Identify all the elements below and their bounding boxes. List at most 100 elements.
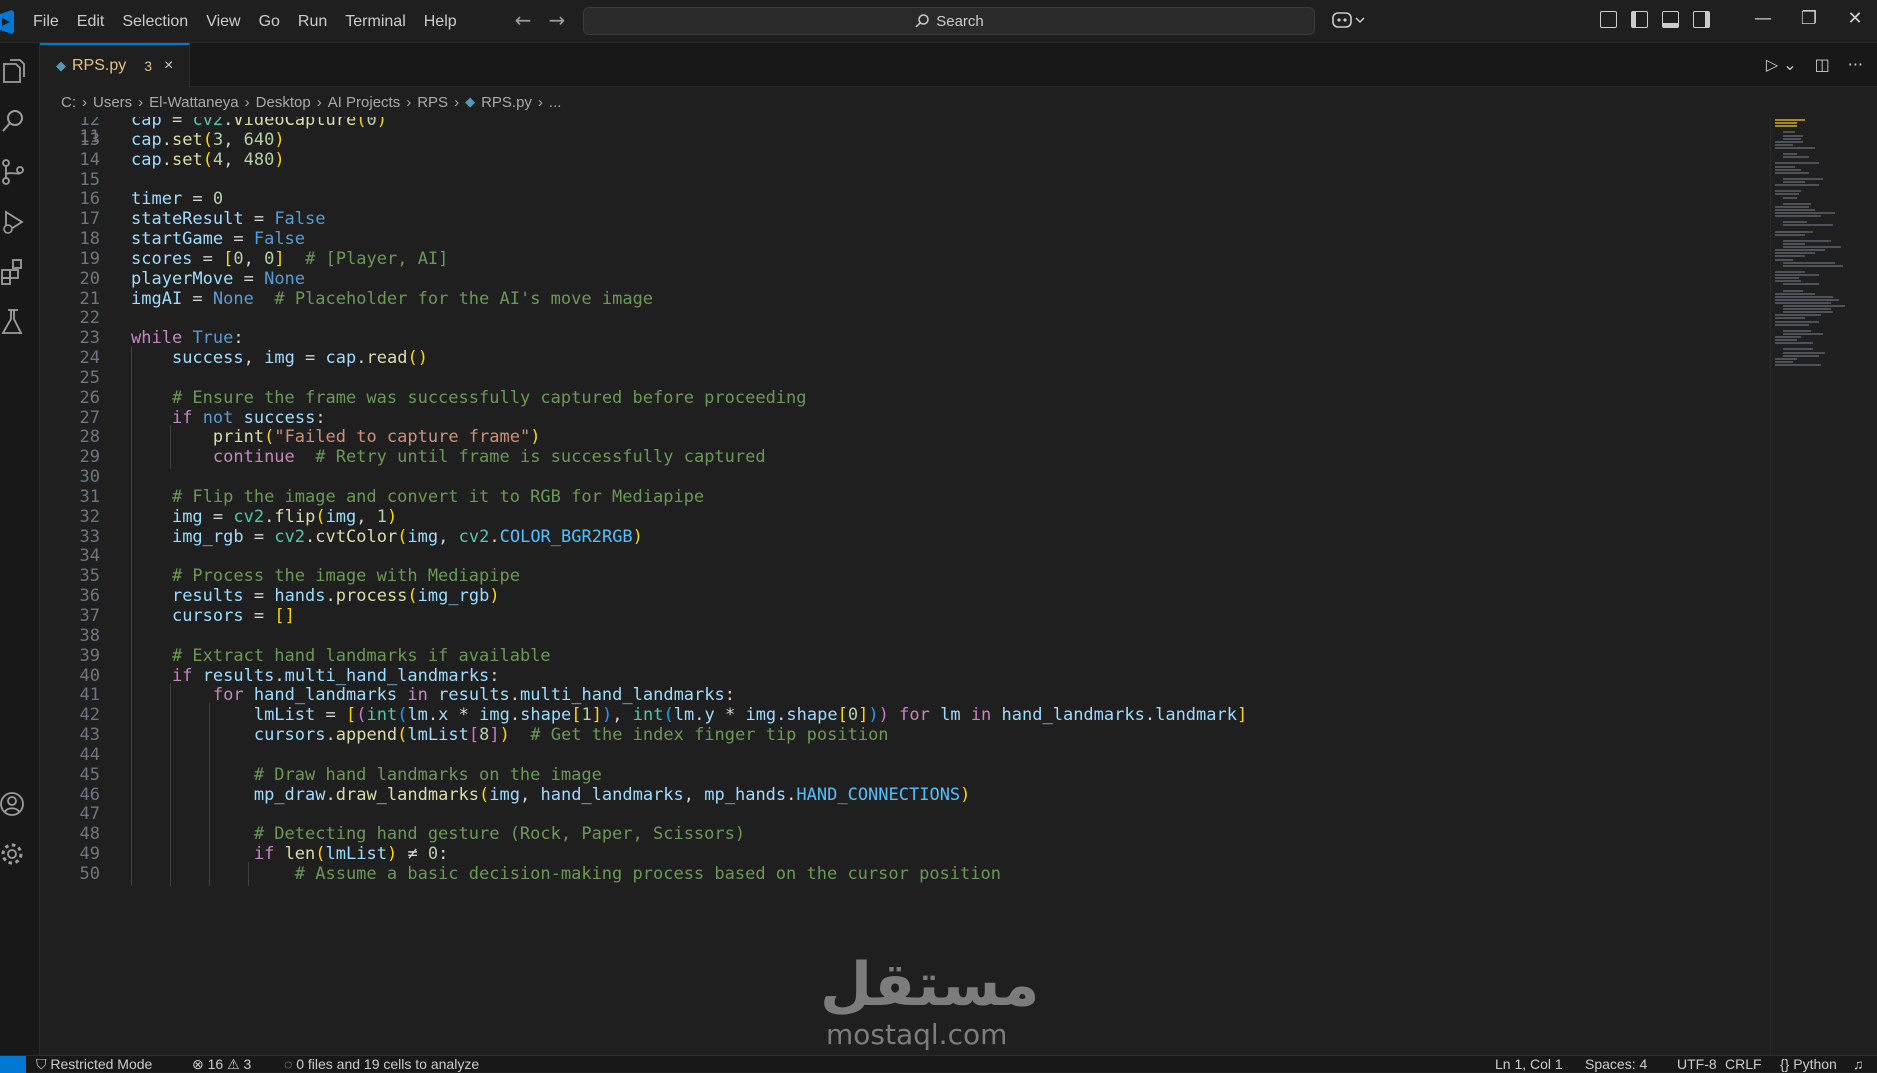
minimap-line xyxy=(1775,360,1793,363)
explorer-icon[interactable] xyxy=(0,57,30,87)
problems-indicator[interactable]: ⊗ 16 ⚠ 3 xyxy=(192,1056,251,1073)
shield-icon: ⛉ xyxy=(36,1056,51,1072)
warning-icon: ⚠ xyxy=(223,1056,244,1072)
minimap-line xyxy=(1775,193,1799,196)
minimize-icon[interactable]: — xyxy=(1740,8,1786,29)
back-arrow-icon[interactable]: ← xyxy=(512,8,534,32)
minimap-line xyxy=(1775,298,1839,301)
language-mode[interactable]: {} Python xyxy=(1780,1056,1837,1073)
layout-icon[interactable] xyxy=(1600,11,1617,28)
menu-view[interactable]: View xyxy=(197,13,249,31)
menu-go[interactable]: Go xyxy=(250,13,289,31)
split-editor-icon[interactable]: ◫ xyxy=(1815,55,1830,74)
minimap-line xyxy=(1775,205,1809,208)
close-icon[interactable]: ✕ xyxy=(1832,8,1877,29)
menu-help[interactable]: Help xyxy=(415,13,466,31)
minimap-line xyxy=(1783,332,1823,335)
menu-file[interactable]: File xyxy=(24,13,68,31)
minimap-line xyxy=(1775,190,1801,193)
minimap-line xyxy=(1775,125,1797,128)
restricted-mode-indicator[interactable]: ⛉ Restricted Mode xyxy=(36,1056,152,1073)
minimap-line xyxy=(1775,255,1805,258)
run-debug-icon[interactable] xyxy=(0,207,30,237)
toggle-primary-sidebar-icon[interactable] xyxy=(1631,11,1648,28)
minimap-line xyxy=(1775,277,1799,280)
vscode-logo-icon xyxy=(0,10,14,34)
menu-edit[interactable]: Edit xyxy=(68,13,114,31)
breadcrumb-users[interactable]: Users xyxy=(93,94,132,111)
tab-label: RPS.py xyxy=(72,57,127,74)
command-center-search[interactable]: Search xyxy=(583,7,1315,35)
code-editor[interactable]: 11 12 cap = cv2.VideoCapture(0) 13 cap.set(… xyxy=(40,117,1770,1055)
title-bar: File Edit Selection View Go Run Terminal… xyxy=(0,0,1877,43)
tab-problem-count: 3 xyxy=(144,58,153,74)
restore-icon[interactable]: ❐ xyxy=(1786,8,1832,29)
breadcrumb-drive[interactable]: C: xyxy=(61,94,76,111)
indentation[interactable]: Spaces: 4 xyxy=(1585,1056,1647,1073)
minimap-line xyxy=(1783,354,1819,357)
minimap-line xyxy=(1775,233,1805,236)
breadcrumb-ai-projects[interactable]: AI Projects xyxy=(328,94,401,111)
minimap-line xyxy=(1775,258,1793,261)
warning-count: 3 xyxy=(243,1056,252,1072)
minimap-line xyxy=(1775,317,1805,320)
minimap-line xyxy=(1775,146,1815,149)
breadcrumb-rps[interactable]: RPS xyxy=(417,94,448,111)
source-control-icon[interactable] xyxy=(0,157,30,187)
menu-selection[interactable]: Selection xyxy=(113,13,197,31)
minimap[interactable] xyxy=(1770,117,1877,1055)
search-view-icon[interactable] xyxy=(0,107,30,137)
editor-tab-bar: ◆ RPS.py 3 × ▷ ⌄ ◫ ··· xyxy=(40,43,1877,87)
minimap-line xyxy=(1783,329,1811,332)
minimap-line xyxy=(1775,274,1819,276)
loading-icon: ◌ xyxy=(284,1056,297,1072)
braces-icon: {} xyxy=(1780,1056,1794,1072)
minimap-line xyxy=(1783,246,1841,249)
cursor-position[interactable]: Ln 1, Col 1 xyxy=(1495,1056,1563,1073)
minimap-line xyxy=(1783,177,1823,180)
more-actions-icon[interactable]: ··· xyxy=(1848,55,1863,74)
minimap-line xyxy=(1775,249,1825,252)
toggle-panel-icon[interactable] xyxy=(1662,11,1679,28)
accounts-icon[interactable] xyxy=(0,789,30,819)
run-icon[interactable]: ▷ ⌄ xyxy=(1766,55,1797,74)
minimap-line xyxy=(1775,363,1821,366)
minimap-line xyxy=(1775,320,1819,323)
analysis-status[interactable]: ◌ 0 files and 19 cells to analyze xyxy=(284,1056,479,1073)
minimap-line xyxy=(1775,336,1801,338)
error-count: 16 xyxy=(207,1056,224,1072)
toggle-secondary-sidebar-icon[interactable] xyxy=(1693,11,1710,28)
minimap-line xyxy=(1783,134,1803,137)
tab-rps-py[interactable]: ◆ RPS.py 3 × xyxy=(40,43,190,87)
minimap-line xyxy=(1775,122,1797,125)
minimap-line xyxy=(1775,252,1815,255)
minimap-line xyxy=(1775,212,1835,214)
minimap-line xyxy=(1783,351,1825,354)
breadcrumb-symbol[interactable]: ... xyxy=(549,94,562,111)
breadcrumb-desktop[interactable]: Desktop xyxy=(256,94,311,111)
minimap-line xyxy=(1783,221,1807,224)
minimap-line xyxy=(1783,311,1833,314)
minimap-line xyxy=(1775,342,1813,345)
testing-icon[interactable] xyxy=(0,307,30,337)
minimap-line xyxy=(1775,119,1805,121)
minimap-line xyxy=(1783,348,1813,351)
settings-gear-icon[interactable] xyxy=(0,839,30,869)
breadcrumb-file[interactable]: RPS.py xyxy=(481,94,532,111)
minimap-line xyxy=(1783,283,1819,286)
remote-indicator[interactable] xyxy=(0,1056,26,1073)
minimap-line xyxy=(1783,181,1805,183)
notifications-icon[interactable]: ♫ xyxy=(1853,1056,1864,1073)
minimap-line xyxy=(1783,131,1795,134)
minimap-line xyxy=(1775,184,1819,187)
forward-arrow-icon[interactable]: → xyxy=(546,8,568,32)
extensions-icon[interactable] xyxy=(0,257,30,287)
menu-terminal[interactable]: Terminal xyxy=(336,13,414,31)
copilot-icon[interactable] xyxy=(1332,10,1366,34)
menu-run[interactable]: Run xyxy=(289,13,336,31)
minimap-line xyxy=(1775,215,1821,218)
close-tab-icon[interactable]: × xyxy=(164,57,173,75)
end-of-line[interactable]: CRLF xyxy=(1725,1056,1762,1073)
encoding[interactable]: UTF-8 xyxy=(1677,1056,1717,1073)
breadcrumb-user[interactable]: El-Wattaneya xyxy=(149,94,238,111)
